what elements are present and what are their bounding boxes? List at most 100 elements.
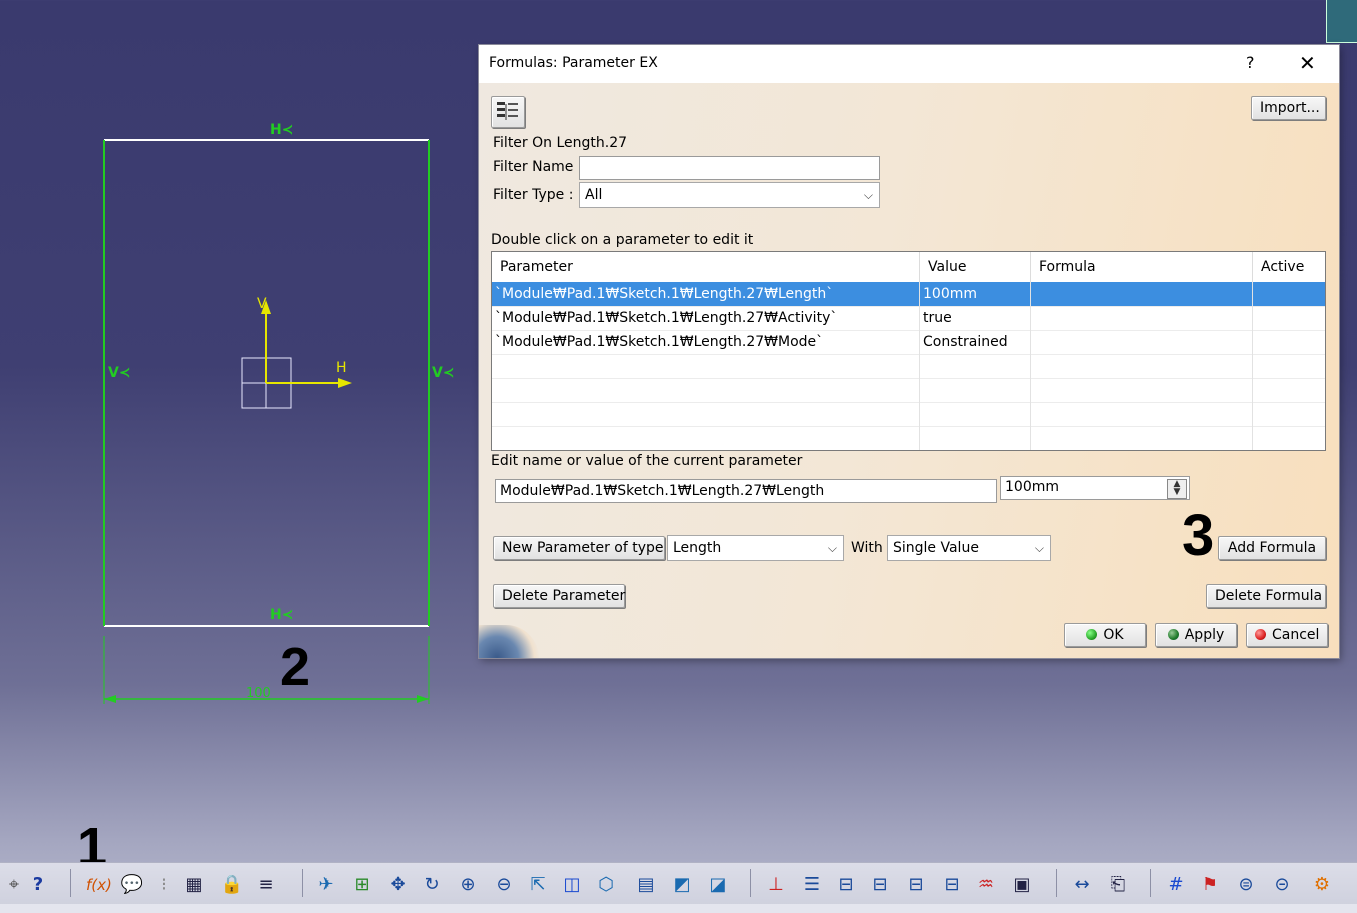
with-label: With: [851, 540, 883, 556]
cancel-button[interactable]: Cancel: [1246, 623, 1328, 647]
hide-show-icon[interactable]: ◩: [670, 873, 694, 897]
table-row[interactable]: `Module₩Pad.1₩Sketch.1₩Length.27₩Activit…: [492, 306, 1325, 331]
table-row[interactable]: `Module₩Pad.1₩Sketch.1₩Length.27₩Length`…: [492, 282, 1325, 307]
compass-widget[interactable]: [1326, 0, 1357, 43]
dimension-arrow-left: [104, 695, 116, 703]
constraint-right[interactable]: V≺: [432, 365, 455, 381]
import-button[interactable]: Import...: [1251, 96, 1326, 120]
column-header-formula[interactable]: Formula: [1031, 252, 1253, 282]
formula-icon[interactable]: f(x): [86, 873, 112, 897]
bottom-toolbar: ⌖ ? f(x) 💬 ⁝ ▦ 🔒 ≡ ✈ ⊞ ✥ ↻ ⊕ ⊖ ⇱ ◫ ⬡ ▤ ◩…: [0, 862, 1357, 905]
shading-icon[interactable]: ▤: [634, 873, 658, 897]
parameter-table[interactable]: Parameter Value Formula Active `Module₩P…: [491, 251, 1326, 451]
dimension-value[interactable]: 100: [246, 686, 271, 701]
table-row-empty[interactable]: [492, 402, 1325, 427]
edit-name-input[interactable]: Module₩Pad.1₩Sketch.1₩Length.27₩Length: [495, 479, 997, 503]
chevron-down-icon: ⌵: [863, 188, 873, 202]
analysis-icon[interactable]: ♒: [974, 873, 998, 897]
cell-formula: [1031, 330, 1253, 354]
delete-formula-button[interactable]: Delete Formula: [1206, 584, 1326, 608]
constraint-top[interactable]: H≺: [270, 122, 293, 138]
constraint-left[interactable]: V≺: [108, 365, 131, 381]
multi-view-icon[interactable]: ◫: [560, 873, 584, 897]
zoom-in-icon[interactable]: ⊕: [456, 873, 480, 897]
measure-item-icon[interactable]: ⎗: [1106, 873, 1130, 897]
knowledge-advisor-icon[interactable]: 💬: [120, 873, 144, 897]
v-axis-label: V: [257, 296, 267, 312]
cell-value: true: [920, 306, 1031, 330]
chevron-down-icon: ⌵: [827, 541, 837, 555]
hidden-icon[interactable]: ⁝: [152, 873, 176, 897]
filter-name-label: Filter Name :: [493, 159, 583, 175]
chevron-down-icon: ⌵: [1034, 541, 1044, 555]
parameter-type-select[interactable]: Length ⌵: [667, 535, 844, 561]
constraint-icon[interactable]: ⊥: [764, 873, 788, 897]
measure-icon[interactable]: ↔: [1070, 873, 1094, 897]
formulas-dialog: Formulas: Parameter EX ? ✕ Import... Fil…: [479, 45, 1339, 658]
cell-formula: [1031, 282, 1253, 306]
ok-button[interactable]: OK: [1064, 623, 1146, 647]
law-icon[interactable]: ≡: [254, 873, 278, 897]
surface-icon[interactable]: ⊜: [1234, 873, 1258, 897]
add-formula-button[interactable]: Add Formula: [1218, 536, 1326, 560]
table-row-empty[interactable]: [492, 354, 1325, 379]
filter-type-select[interactable]: All ⌵: [579, 182, 880, 208]
new-parameter-button[interactable]: New Parameter of type: [493, 536, 665, 560]
cell-active: [1253, 282, 1325, 306]
table-row[interactable]: `Module₩Pad.1₩Sketch.1₩Length.27₩Mode` C…: [492, 330, 1325, 355]
close-button[interactable]: ✕: [1299, 51, 1316, 75]
help-button[interactable]: ?: [1246, 53, 1255, 72]
cell-formula: [1031, 306, 1253, 330]
catalog-icon[interactable]: ▣: [1010, 873, 1034, 897]
iso-view-icon[interactable]: ⬡: [594, 873, 618, 897]
plugin-icon[interactable]: ⚙: [1310, 873, 1334, 897]
filter-type-value: All: [585, 187, 603, 203]
with-select[interactable]: Single Value ⌵: [887, 535, 1051, 561]
cell-value: Constrained: [920, 330, 1031, 354]
constraint-bottom[interactable]: H≺: [270, 607, 293, 623]
filter-tree-icon[interactable]: [491, 96, 525, 128]
ok-icon: [1086, 629, 1098, 640]
column-header-active[interactable]: Active: [1253, 252, 1325, 282]
cell-active: [1253, 330, 1325, 354]
catia-logo: [479, 625, 539, 658]
column-header-parameter[interactable]: Parameter: [492, 252, 920, 282]
dialog-titlebar[interactable]: Formulas: Parameter EX ? ✕: [479, 45, 1339, 83]
grid-icon[interactable]: #: [1164, 873, 1188, 897]
table-row-empty[interactable]: [492, 426, 1325, 450]
edit-value-input[interactable]: 100mm ▲ ▼: [1000, 476, 1190, 500]
rotate-icon[interactable]: ↻: [420, 873, 444, 897]
table-icon[interactable]: ▦: [182, 873, 206, 897]
spinner-icon[interactable]: ▲ ▼: [1167, 479, 1187, 499]
cell-parameter: `Module₩Pad.1₩Sketch.1₩Length.27₩Length`: [492, 282, 920, 306]
cell-parameter: `Module₩Pad.1₩Sketch.1₩Length.27₩Mode`: [492, 330, 920, 354]
list-icon[interactable]: ☰: [800, 873, 824, 897]
status-bar: [0, 904, 1357, 913]
swap-visible-icon[interactable]: ◪: [706, 873, 730, 897]
zoom-out-icon[interactable]: ⊖: [492, 873, 516, 897]
pan-icon[interactable]: ✥: [386, 873, 410, 897]
edit-caption: Edit name or value of the current parame…: [491, 453, 803, 469]
filter-name-input[interactable]: [579, 156, 880, 180]
cell-value: 100mm: [920, 282, 1031, 306]
filter-type-label: Filter Type :: [493, 187, 574, 203]
sketch-edit-icon[interactable]: ⊟: [868, 873, 892, 897]
cell-active: [1253, 306, 1325, 330]
fit-all-icon[interactable]: ⊞: [350, 873, 374, 897]
table-row-empty[interactable]: [492, 378, 1325, 403]
snap-icon[interactable]: ⚑: [1198, 873, 1222, 897]
lock-icon[interactable]: 🔒: [220, 873, 244, 897]
delete-parameter-button[interactable]: Delete Parameter: [493, 584, 625, 608]
help-icon[interactable]: ?: [26, 873, 50, 897]
sketch-profile-icon[interactable]: ⊟: [940, 873, 964, 897]
apply-button[interactable]: Apply: [1155, 623, 1237, 647]
sketch-analysis-icon[interactable]: ⊟: [834, 873, 858, 897]
column-header-value[interactable]: Value: [920, 252, 1031, 282]
select-icon[interactable]: ⌖: [2, 873, 26, 897]
sketch-tools-icon[interactable]: ⊟: [904, 873, 928, 897]
cylinder-icon[interactable]: ⊝: [1270, 873, 1294, 897]
fly-icon[interactable]: ✈: [314, 873, 338, 897]
with-value: Single Value: [893, 540, 979, 556]
normal-view-icon[interactable]: ⇱: [526, 873, 550, 897]
cell-parameter: `Module₩Pad.1₩Sketch.1₩Length.27₩Activit…: [492, 306, 920, 330]
